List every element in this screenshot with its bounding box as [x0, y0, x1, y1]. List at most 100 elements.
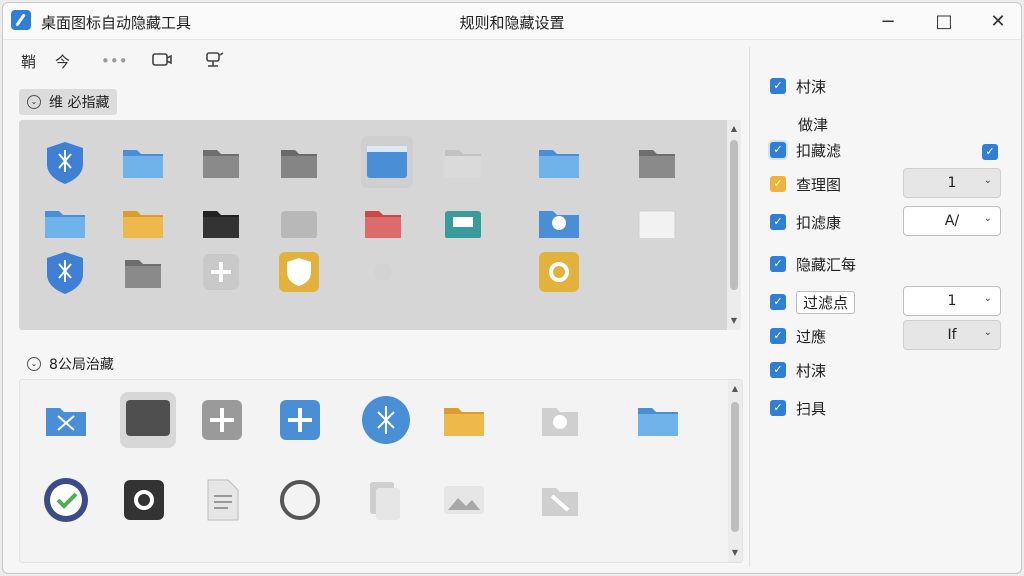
monitor-icon[interactable]: [151, 50, 173, 72]
grid1-icon-16[interactable]: [633, 208, 681, 238]
section-title-2: 8公局治藏: [49, 357, 114, 373]
grid1-scroll-thumb[interactable]: [730, 140, 738, 290]
grid1-icon-6[interactable]: [439, 138, 487, 186]
grid2-icon-7[interactable]: [536, 396, 584, 444]
grid1-icon-10[interactable]: [119, 208, 167, 238]
checkbox-icon[interactable]: ✓: [770, 78, 786, 94]
setting-input-7[interactable]: 过滤点: [796, 290, 856, 314]
grid1-icon-17[interactable]: [41, 248, 89, 296]
grid1-icon-20[interactable]: [275, 248, 323, 296]
icon-grid-1: ▲ ▼: [19, 120, 741, 330]
setting-row-2: 做津: [798, 112, 828, 136]
checkbox-icon[interactable]: ✓: [770, 142, 786, 158]
checkbox-icon[interactable]: ✓: [770, 328, 786, 344]
grid1-icon-19[interactable]: [197, 248, 245, 296]
setting-row-9[interactable]: ✓ 村涑: [770, 358, 826, 382]
maximize-button[interactable]: □: [921, 3, 967, 39]
select-1[interactable]: 1 ⌄: [903, 168, 1001, 198]
setting-label-10: 扫具: [796, 399, 827, 418]
setting-row-5[interactable]: ✓ 扣滤康: [770, 210, 841, 234]
grid1-icon-4[interactable]: [275, 138, 323, 186]
grid1-icon-13[interactable]: [359, 208, 407, 238]
section-header-1[interactable]: ⌄ 维 必指藏: [19, 89, 118, 115]
chevron-down-icon: ⌄: [983, 293, 992, 304]
grid1-icon-8[interactable]: [633, 138, 681, 186]
more-icon[interactable]: •••: [101, 50, 128, 72]
setting-row-7[interactable]: ✓ 过滤点: [770, 290, 856, 314]
grid2-icon-12[interactable]: [276, 476, 324, 524]
setting-label-4: 查理图: [796, 175, 842, 194]
checkbox-icon[interactable]: ✓: [770, 362, 786, 378]
section-header-2[interactable]: ⌄ 8公局治藏: [19, 351, 122, 377]
setting-row-1[interactable]: ✓ 村涑: [770, 74, 826, 98]
grid1-icon-3[interactable]: [197, 138, 245, 186]
grid2-scrollbar[interactable]: ▲ ▼: [728, 380, 742, 562]
checkbox-icon[interactable]: ✓: [770, 256, 786, 272]
grid2-icon-6[interactable]: [440, 396, 488, 444]
checkbox-icon[interactable]: ✓: [770, 176, 786, 192]
grid1-icon-18[interactable]: [119, 248, 167, 296]
grid1-icon-15[interactable]: [535, 208, 583, 238]
grid1-icon-21[interactable]: [359, 248, 407, 296]
select-2[interactable]: A/ ⌄: [903, 206, 1001, 236]
right-checkbox[interactable]: ✓: [982, 144, 1008, 160]
chevron-down-icon: ⌄: [27, 357, 41, 371]
grid1-icon-1[interactable]: [41, 138, 89, 186]
toolbar-item-2[interactable]: 今: [55, 50, 70, 72]
toolbar-item-1[interactable]: 鞘: [21, 50, 36, 72]
setting-row-3[interactable]: ✓ 扣藏滤: [770, 138, 841, 162]
close-button[interactable]: ✕: [975, 3, 1021, 39]
chevron-down-icon: ⌄: [983, 175, 992, 186]
grid2-icon-8[interactable]: [634, 396, 682, 444]
setting-label-2: 做津: [798, 115, 829, 134]
grid2-icon-4[interactable]: [276, 396, 324, 444]
scroll-down-icon[interactable]: ▼: [727, 314, 741, 328]
grid2-icon-2[interactable]: [118, 390, 178, 450]
grid1-icon-22[interactable]: [535, 248, 583, 296]
checkbox-icon[interactable]: ✓: [982, 144, 998, 160]
setting-row-10[interactable]: ✓ 扫具: [770, 396, 826, 420]
scroll-up-icon[interactable]: ▲: [728, 382, 742, 396]
grid2-icon-9[interactable]: [42, 476, 90, 524]
grid1-scrollbar[interactable]: ▲ ▼: [727, 120, 741, 330]
select-value-3: 1: [947, 293, 957, 309]
checkbox-icon[interactable]: ✓: [770, 294, 786, 310]
grid2-scroll-thumb[interactable]: [731, 402, 739, 532]
grid1-icon-5[interactable]: [359, 134, 415, 190]
grid1-icon-9[interactable]: [41, 208, 89, 238]
select-value-2: A/: [944, 213, 960, 229]
grid1-icon-7[interactable]: [535, 138, 583, 186]
grid2-icon-14[interactable]: [440, 476, 488, 524]
grid2-icon-1[interactable]: [42, 396, 90, 444]
grid2-icon-10[interactable]: [120, 476, 168, 524]
setting-label-6: 隐藏汇每: [796, 255, 857, 274]
grid2-icon-5[interactable]: [360, 394, 412, 446]
grid1-icon-14[interactable]: [439, 208, 487, 238]
grid2-icon-13[interactable]: [360, 476, 408, 524]
select-3[interactable]: 1 ⌄: [903, 286, 1001, 316]
setting-row-4[interactable]: ✓ 查理图: [770, 172, 841, 196]
grid2-icon-3[interactable]: [198, 396, 246, 444]
grid1-icon-12[interactable]: [275, 208, 323, 238]
grid2-icon-11[interactable]: [198, 476, 246, 524]
setting-label-3: 扣藏滤: [796, 141, 842, 160]
setting-row-6[interactable]: ✓ 隐藏汇每: [770, 252, 856, 276]
setting-row-8[interactable]: ✓ 过應: [770, 324, 826, 348]
grid1-icon-11[interactable]: [197, 208, 245, 238]
select-value-4: If: [947, 327, 957, 343]
network-icon[interactable]: [203, 50, 225, 72]
scroll-down-icon[interactable]: ▼: [728, 546, 742, 560]
checkbox-icon[interactable]: ✓: [770, 400, 786, 416]
chevron-down-icon: ⌄: [27, 95, 41, 109]
setting-label-5: 扣滤康: [796, 213, 842, 232]
grid1-icon-2[interactable]: [119, 138, 167, 186]
grid2-icon-15[interactable]: [536, 476, 584, 524]
chevron-down-icon: ⌄: [983, 327, 992, 338]
minimize-button[interactable]: −: [865, 3, 911, 39]
select-4[interactable]: If ⌄: [903, 320, 1001, 350]
checkbox-icon[interactable]: ✓: [770, 214, 786, 230]
app-icon: [11, 10, 31, 30]
scroll-up-icon[interactable]: ▲: [727, 122, 741, 136]
title-bar: 桌面图标自动隐藏工具 规则和隐藏设置 − □ ✕: [3, 3, 1021, 40]
setting-label-1: 村涑: [796, 77, 827, 96]
